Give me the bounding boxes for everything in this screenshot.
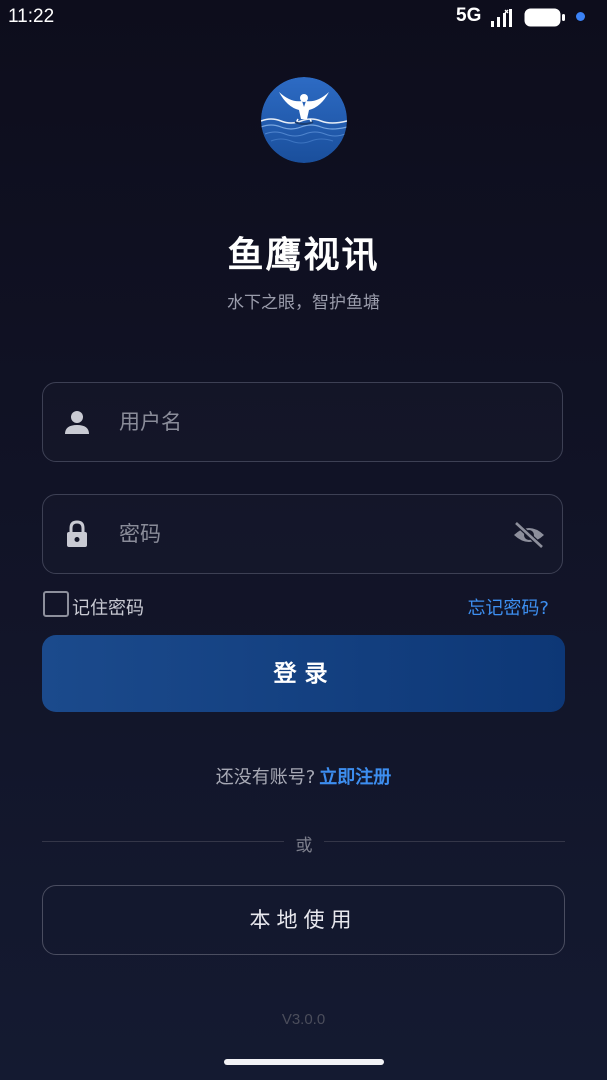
- divider-left: [42, 841, 284, 842]
- username-field[interactable]: [42, 382, 563, 462]
- remember-checkbox[interactable]: [43, 591, 69, 617]
- lock-icon: [67, 520, 87, 547]
- version-label: V3.0.0: [281, 1011, 326, 1028]
- fish-eagle-logo: [261, 77, 347, 163]
- password-field[interactable]: [42, 494, 563, 574]
- battery-icon: [524, 8, 565, 27]
- login-button[interactable]: 登录: [42, 635, 565, 712]
- divider-right: [324, 841, 565, 842]
- signal-bars-icon: [491, 9, 512, 27]
- home-indicator[interactable]: [224, 1059, 384, 1065]
- user-icon: [65, 411, 89, 434]
- app-subtitle: 水下之眼，智护鱼塘: [227, 293, 380, 313]
- password-input[interactable]: [119, 517, 499, 551]
- eye-off-icon[interactable]: [512, 520, 546, 550]
- register-link[interactable]: 立即注册: [319, 767, 391, 788]
- status-time: 11:22: [8, 6, 55, 27]
- remember-label[interactable]: 记住密码: [72, 594, 144, 620]
- app-title: 鱼鹰视讯: [227, 235, 380, 276]
- notification-dot: [576, 12, 585, 21]
- username-input[interactable]: [119, 405, 499, 439]
- forgot-password-link[interactable]: 忘记密码?: [467, 594, 549, 620]
- divider-text: 或: [295, 836, 313, 856]
- status-bar: 11:22 5G: [0, 0, 607, 36]
- register-prompt: 还没有账号?: [215, 767, 316, 788]
- network-type: 5G: [456, 5, 482, 26]
- local-use-button[interactable]: 本地使用: [42, 885, 565, 955]
- register-row: 还没有账号? 立即注册: [0, 763, 607, 789]
